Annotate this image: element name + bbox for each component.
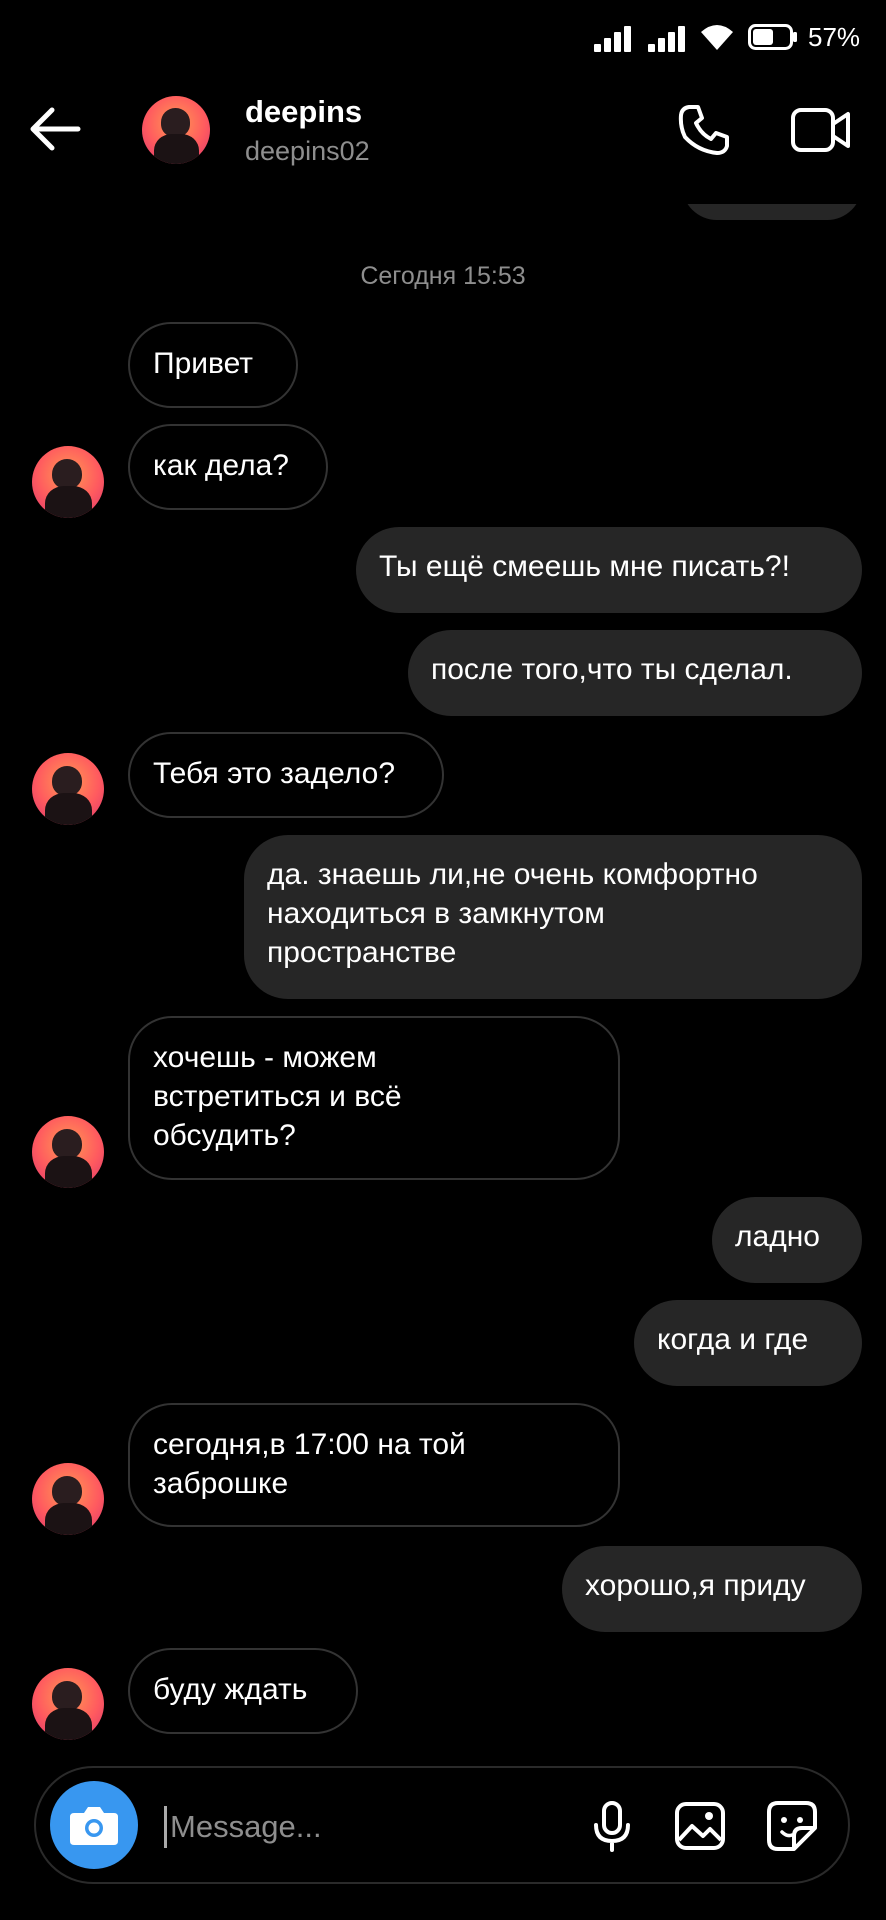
message-bubble-outgoing[interactable]: хорошо,я приду bbox=[562, 1546, 862, 1632]
message-bubble-incoming[interactable]: Тебя это задело? bbox=[128, 732, 444, 818]
sender-avatar[interactable] bbox=[32, 753, 104, 825]
message-bubble-outgoing[interactable]: ладно bbox=[712, 1197, 862, 1283]
message-bubble-incoming[interactable]: Привет bbox=[128, 322, 298, 408]
battery-icon bbox=[748, 24, 797, 50]
microphone-icon[interactable] bbox=[584, 1798, 640, 1854]
wifi-icon bbox=[701, 25, 733, 50]
sender-avatar[interactable] bbox=[32, 1668, 104, 1740]
message-bubble-outgoing[interactable]: да. знаешь ли,не очень комфортно находит… bbox=[244, 835, 862, 999]
contact-display-name[interactable]: deepins bbox=[245, 94, 362, 130]
contact-avatar[interactable] bbox=[142, 96, 210, 164]
camera-icon bbox=[70, 1807, 118, 1845]
camera-button[interactable] bbox=[50, 1781, 138, 1869]
message-bubble-outgoing[interactable]: после того,что ты сделал. bbox=[408, 630, 862, 716]
message-bubble-incoming[interactable]: буду ждать bbox=[128, 1648, 358, 1734]
message-bubble-incoming[interactable]: сегодня,в 17:00 на той заброшке bbox=[128, 1403, 620, 1527]
conversation-timestamp: Сегодня 15:53 bbox=[360, 262, 526, 290]
contact-username[interactable]: deepins02 bbox=[245, 136, 370, 167]
arrow-left-icon[interactable] bbox=[24, 98, 86, 160]
image-icon[interactable] bbox=[672, 1798, 728, 1854]
text-caret bbox=[164, 1806, 167, 1848]
cell-signal-2-icon bbox=[648, 26, 692, 52]
message-bubble-incoming[interactable]: хочешь - можем встретиться и всё обсудит… bbox=[128, 1016, 620, 1180]
sender-avatar[interactable] bbox=[32, 1116, 104, 1188]
chat-header: deepins deepins02 bbox=[0, 74, 886, 204]
video-camera-icon[interactable] bbox=[790, 104, 852, 156]
status-bar: 57% bbox=[0, 0, 886, 74]
cell-signal-icon bbox=[594, 26, 638, 52]
phone-icon[interactable] bbox=[676, 102, 732, 158]
message-input[interactable] bbox=[168, 1798, 472, 1856]
message-bubble-outgoing[interactable]: Ты ещё смеешь мне писать?! bbox=[356, 527, 862, 613]
message-bubble-incoming[interactable]: как дела? bbox=[128, 424, 328, 510]
battery-percentage: 57% bbox=[808, 22, 861, 52]
sender-avatar[interactable] bbox=[32, 1463, 104, 1535]
sender-avatar[interactable] bbox=[32, 446, 104, 518]
sticker-icon[interactable] bbox=[764, 1798, 820, 1854]
message-composer bbox=[34, 1766, 850, 1884]
message-bubble-outgoing[interactable]: когда и где bbox=[634, 1300, 862, 1386]
